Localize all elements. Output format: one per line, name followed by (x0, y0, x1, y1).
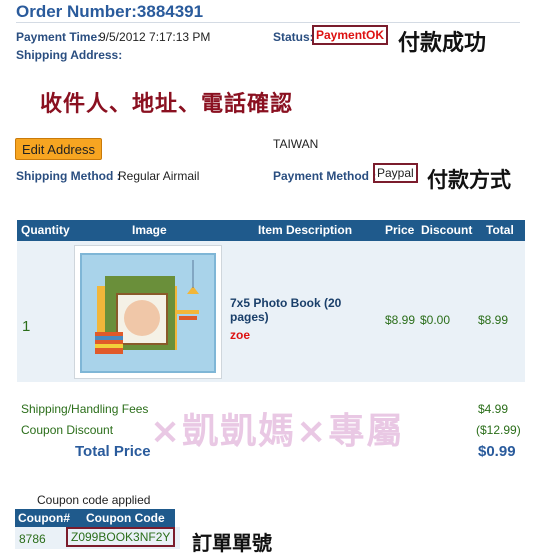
col-item-description: Item Description (258, 223, 353, 237)
photo-book-image (80, 253, 216, 373)
shipping-fees-label: Shipping/Handling Fees (21, 402, 149, 416)
payment-method-value: Paypal (373, 163, 418, 183)
order-number-title: Order Number:3884391 (16, 2, 204, 21)
col-coupon-code: Coupon Code (86, 511, 165, 525)
address-confirm-note: 收件人、地址、電話確認 (40, 91, 294, 117)
item-quantity: 1 (22, 318, 31, 335)
coupon-applied-label: Coupon code applied (37, 493, 151, 507)
item-project-name: zoe (230, 328, 251, 342)
photo-book-thumbnail (74, 245, 222, 379)
col-price: Price (385, 223, 415, 237)
item-price: $8.99 (385, 313, 416, 327)
item-discount: $0.00 (420, 313, 451, 327)
status-label: Status: (273, 30, 314, 44)
shipping-fees-value: $4.99 (478, 402, 509, 416)
title-divider (16, 22, 520, 23)
status-value: PaymentOK (312, 25, 389, 45)
col-quantity: Quantity (21, 223, 70, 237)
item-description[interactable]: 7x5 Photo Book (20 pages) (230, 296, 360, 324)
payment-method-label: Payment Method : (273, 169, 377, 183)
col-discount: Discount (421, 223, 473, 237)
coupon-number-value: 8786 (19, 532, 46, 546)
payment-method-note: 付款方式 (427, 167, 511, 192)
shipping-method-value: Regular Airmail (118, 169, 200, 183)
status-note: 付款成功 (398, 30, 487, 56)
col-total: Total (486, 223, 514, 237)
shipping-address-label: Shipping Address: (16, 48, 123, 62)
items-table-header: Quantity Image Item Description Price Di… (17, 220, 525, 241)
item-total: $8.99 (478, 313, 509, 327)
coupon-table-header: Coupon# Coupon Code (15, 509, 175, 527)
shipping-method-label: Shipping Method : (16, 169, 121, 183)
country-value: TAIWAN (273, 137, 319, 151)
coupon-discount-value: ($12.99) (476, 423, 521, 437)
col-coupon-number: Coupon# (18, 511, 70, 525)
total-price-value: $0.99 (478, 443, 516, 460)
order-number-note: 訂單單號 (192, 531, 272, 555)
coupon-code-value: Z099BOOK3NF2Y (66, 527, 176, 547)
edit-address-button[interactable]: Edit Address (15, 138, 102, 160)
coupon-discount-label: Coupon Discount (21, 423, 114, 437)
col-image: Image (132, 223, 167, 237)
watermark: ×凱凱媽×專屬 (150, 411, 405, 452)
payment-time-label: Payment Time: (16, 30, 102, 44)
payment-time-value: 9/5/2012 7:17:13 PM (99, 30, 211, 44)
total-price-label: Total Price (75, 443, 151, 460)
